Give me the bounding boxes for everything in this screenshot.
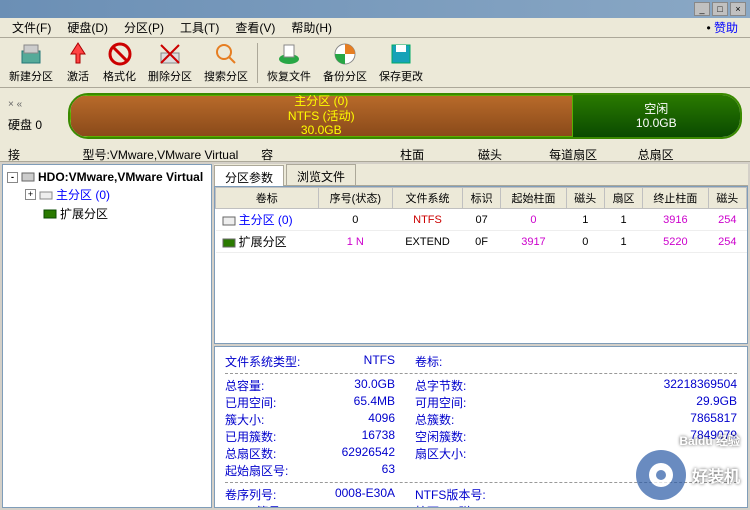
delete-icon bbox=[157, 41, 183, 67]
search-partition-button[interactable]: 搜索分区 bbox=[199, 38, 253, 87]
toolbar: 新建分区 激活 格式化 删除分区 搜索分区 恢复文件 备份分区 保存更改 bbox=[0, 38, 750, 88]
table-row[interactable]: 主分区 (0)0NTFS070113916254 bbox=[216, 209, 747, 231]
tree-root-hd0[interactable]: - HDO:VMware,VMware Virtual bbox=[7, 169, 207, 185]
recover-files-button[interactable]: 恢复文件 bbox=[262, 38, 316, 87]
column-header[interactable]: 终止柱面 bbox=[643, 188, 708, 209]
menu-disk[interactable]: 硬盘(D) bbox=[59, 17, 116, 38]
partition-table[interactable]: 卷标序号(状态)文件系统标识起始柱面磁头扇区终止柱面磁头 主分区 (0)0NTF… bbox=[214, 186, 748, 344]
format-button[interactable]: 格式化 bbox=[98, 38, 141, 87]
save-changes-button[interactable]: 保存更改 bbox=[374, 38, 428, 87]
tabs: 分区参数 浏览文件 bbox=[214, 164, 748, 186]
close-button[interactable]: × bbox=[730, 2, 746, 16]
column-header[interactable]: 卷标 bbox=[216, 188, 319, 209]
tree-toggle-icon[interactable]: - bbox=[7, 172, 18, 183]
new-partition-button[interactable]: 新建分区 bbox=[4, 38, 58, 87]
search-icon bbox=[213, 41, 239, 67]
disk-label: 硬盘 0 bbox=[8, 116, 68, 133]
recover-icon bbox=[276, 41, 302, 67]
menu-view[interactable]: 查看(V) bbox=[227, 17, 283, 38]
menu-tools[interactable]: 工具(T) bbox=[172, 17, 227, 38]
activate-icon bbox=[65, 41, 91, 67]
table-row[interactable]: 扩展分区1 NEXTEND0F3917015220254 bbox=[216, 231, 747, 253]
column-header[interactable]: 磁头 bbox=[566, 188, 604, 209]
drive-icon bbox=[39, 189, 53, 201]
titlebar: _ □ × bbox=[0, 0, 750, 18]
format-icon bbox=[107, 41, 133, 67]
new-partition-icon bbox=[18, 41, 44, 67]
disk-info-line: 接口:FIBRE 型号:VMware,VMware Virtual S 容量:4… bbox=[0, 144, 750, 162]
menu-partition[interactable]: 分区(P) bbox=[116, 17, 172, 38]
menu-file[interactable]: 文件(F) bbox=[4, 17, 59, 38]
column-header[interactable]: 文件系统 bbox=[393, 188, 463, 209]
delete-partition-button[interactable]: 删除分区 bbox=[143, 38, 197, 87]
activate-button[interactable]: 激活 bbox=[60, 38, 96, 87]
partition-free[interactable]: 空闲 10.0GB bbox=[573, 95, 741, 137]
menubar: 文件(F) 硬盘(D) 分区(P) 工具(T) 查看(V) 帮助(H) • 赞助 bbox=[0, 18, 750, 38]
column-header[interactable]: 标识 bbox=[462, 188, 500, 209]
partition-main[interactable]: 主分区 (0) NTFS (活动) 30.0GB bbox=[70, 95, 573, 137]
column-header[interactable]: 起始柱面 bbox=[501, 188, 566, 209]
disk-map-collapse[interactable]: × « bbox=[8, 99, 68, 110]
disk-tree[interactable]: - HDO:VMware,VMware Virtual + 主分区 (0) 扩展… bbox=[2, 164, 212, 508]
tab-partition-params[interactable]: 分区参数 bbox=[214, 165, 284, 186]
tree-main-partition[interactable]: + 主分区 (0) bbox=[25, 185, 207, 204]
extended-icon bbox=[43, 208, 57, 220]
tree-toggle-icon[interactable]: + bbox=[25, 189, 36, 200]
save-icon bbox=[388, 41, 414, 67]
maximize-button[interactable]: □ bbox=[712, 2, 728, 16]
backup-partition-button[interactable]: 备份分区 bbox=[318, 38, 372, 87]
partition-details: 文件系统类型: NTFS 卷标: 总容量:30.0GB总字节数:32218369… bbox=[214, 346, 748, 508]
tab-browse-files[interactable]: 浏览文件 bbox=[286, 164, 356, 185]
column-header[interactable]: 扇区 bbox=[604, 188, 642, 209]
tree-extended-partition[interactable]: 扩展分区 bbox=[43, 204, 207, 223]
backup-icon bbox=[332, 41, 358, 67]
menu-help[interactable]: 帮助(H) bbox=[283, 17, 340, 38]
column-header[interactable]: 磁头 bbox=[708, 188, 746, 209]
disk-icon bbox=[21, 171, 35, 183]
minimize-button[interactable]: _ bbox=[694, 2, 710, 16]
column-header[interactable]: 序号(状态) bbox=[318, 188, 392, 209]
sponsor-link[interactable]: • 赞助 bbox=[706, 19, 746, 36]
disk-map: × « 硬盘 0 主分区 (0) NTFS (活动) 30.0GB 空闲 10.… bbox=[0, 88, 750, 144]
